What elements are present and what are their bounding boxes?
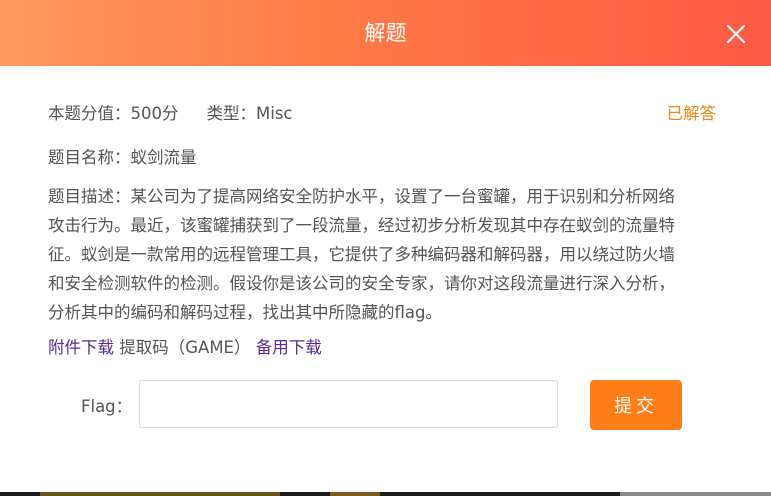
challenge-name: 题目名称：蚁剑流量 <box>48 148 197 167</box>
challenge-type: 类型：Misc <box>206 104 293 123</box>
description-line: 攻击行为。最近，该蜜罐捕获到了一段流量，经过初步分析发现其中存在蚁剑的流量特 <box>48 216 675 235</box>
challenge-description: 题目描述：某公司为了提高网络安全防护水平，设置了一台蜜罐，用于识别和分析网络 攻… <box>48 182 718 327</box>
flag-label: Flag： <box>81 397 133 416</box>
solved-status: 已解答 <box>666 104 717 123</box>
extraction-code: 提取码（GAME） <box>114 338 251 357</box>
attachment-row: 附件下载 提取码（GAME） 备用下载 <box>48 336 322 360</box>
challenge-score: 本题分值：500分 <box>48 104 179 123</box>
dialog-title: 解题 <box>364 21 407 45</box>
close-button[interactable] <box>725 23 747 45</box>
challenge-meta: 本题分值：500分 类型：Misc <box>48 102 293 126</box>
submit-button[interactable]: 提交 <box>590 380 682 430</box>
description-line: 征。蚁剑是一款常用的远程管理工具，它提供了多种编码器和解码器，用以绕过防火墙 <box>48 245 675 264</box>
description-line: 题目描述：某公司为了提高网络安全防护水平，设置了一台蜜罐，用于识别和分析网络 <box>48 187 675 206</box>
attachment-download-link[interactable]: 附件下载 <box>48 338 114 357</box>
backup-download-link[interactable]: 备用下载 <box>256 338 322 357</box>
flag-input[interactable] <box>139 380 558 428</box>
dialog-header: 解题 <box>0 0 771 66</box>
description-line: 和安全检测软件的检测。假设你是该公司的安全专家，请你对这段流量进行深入分析， <box>48 274 675 293</box>
close-icon <box>726 24 746 44</box>
description-line: 分析其中的编码和解码过程，找出其中所隐藏的flag。 <box>48 303 442 322</box>
solve-dialog: 解题 本题分值：500分 类型：Misc 已解答 题目名称：蚁剑流量 题目描述：某… <box>0 0 771 492</box>
background-strip <box>0 492 771 496</box>
